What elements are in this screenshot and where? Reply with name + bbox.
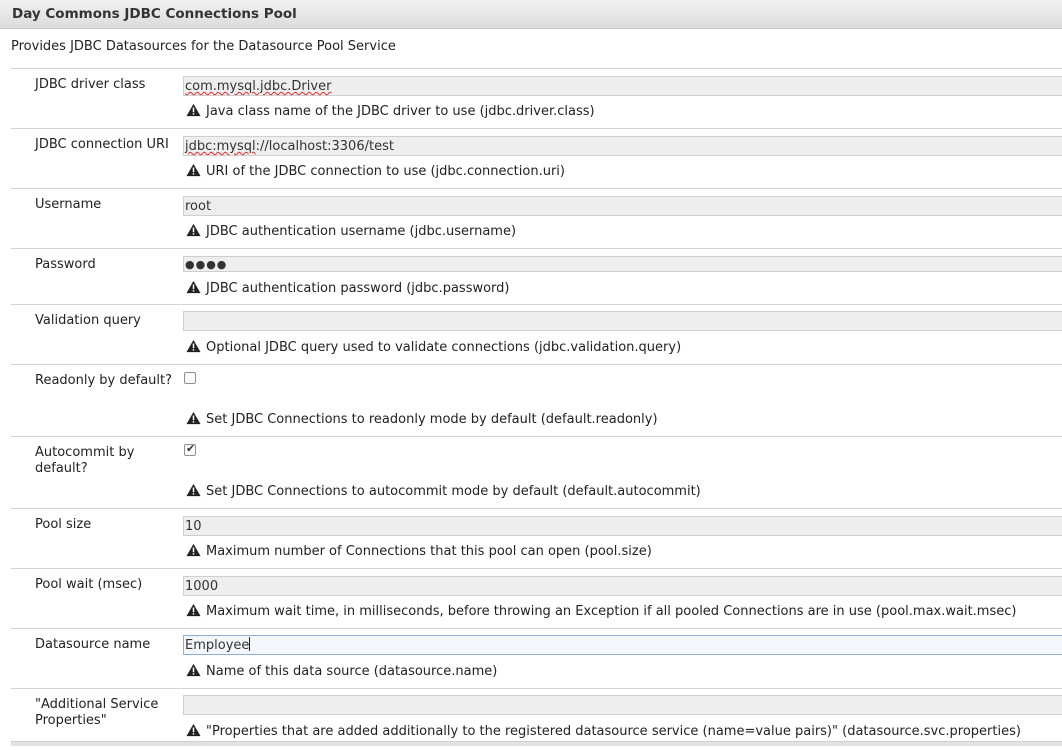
row-datasource-name: Datasource name Employee Name of this da… xyxy=(11,628,1062,688)
warning-icon xyxy=(186,411,201,425)
password-label: Password xyxy=(35,257,96,272)
pool-size-hint: Maximum number of Connections that this … xyxy=(186,543,652,559)
row-connection-uri: JDBC connection URI jdbc:mysql://localho… xyxy=(11,128,1062,188)
username-hint: JDBC authentication username (jdbc.usern… xyxy=(186,223,516,239)
validation-query-hint: Optional JDBC query used to validate con… xyxy=(186,339,681,355)
pool-size-hint-text: Maximum number of Connections that this … xyxy=(206,544,652,559)
datasource-name-hint: Name of this data source (datasource.nam… xyxy=(186,663,497,679)
driver-class-value: com.mysql.jdbc.Driver xyxy=(185,79,332,94)
panel-description: Provides JDBC Datasources for the Dataso… xyxy=(11,39,396,54)
warning-icon xyxy=(186,723,201,737)
row-pool-size: Pool size 10 Maximum number of Connectio… xyxy=(11,508,1062,568)
autocommit-label: Autocommit by default? xyxy=(35,445,135,476)
username-label: Username xyxy=(35,197,102,212)
additional-properties-hint: "Properties that are added additionally … xyxy=(186,723,1021,739)
row-driver-class: JDBC driver class com.mysql.jdbc.Driver … xyxy=(11,68,1062,128)
username-hint-text: JDBC authentication username (jdbc.usern… xyxy=(206,224,517,239)
config-form: JDBC driver class com.mysql.jdbc.Driver … xyxy=(11,68,1062,750)
connection-uri-input[interactable]: jdbc:mysql://localhost:3306/test xyxy=(183,136,1062,156)
pool-size-label: Pool size xyxy=(35,517,92,532)
validation-query-input[interactable] xyxy=(183,311,1062,331)
warning-icon xyxy=(186,163,201,177)
warning-icon xyxy=(186,339,201,353)
autocommit-checkbox[interactable]: ✔ xyxy=(184,442,196,456)
additional-properties-input[interactable] xyxy=(183,695,1062,715)
connection-uri-hint-text: URI of the JDBC connection to use (jdbc.… xyxy=(206,164,565,179)
readonly-hint-text: Set JDBC Connections to readonly mode by… xyxy=(206,412,658,427)
row-readonly: Readonly by default? Set JDBC Connection… xyxy=(11,364,1062,436)
warning-icon xyxy=(186,603,201,617)
username-input[interactable]: root xyxy=(183,196,1062,216)
pool-size-input[interactable]: 10 xyxy=(183,516,1062,536)
additional-properties-hint-text: "Properties that are added additionally … xyxy=(206,724,1021,739)
row-validation-query: Validation query Optional JDBC query use… xyxy=(11,304,1062,364)
connection-uri-rest: ://localhost:3306/test xyxy=(255,139,394,154)
pool-wait-label: Pool wait (msec) xyxy=(35,577,143,592)
pool-wait-hint: Maximum wait time, in milliseconds, befo… xyxy=(186,603,1016,619)
pool-wait-hint-text: Maximum wait time, in milliseconds, befo… xyxy=(206,604,1017,619)
autocommit-hint-text: Set JDBC Connections to autocommit mode … xyxy=(206,484,701,499)
warning-icon xyxy=(186,280,201,294)
password-hint: JDBC authentication password (jdbc.passw… xyxy=(186,280,510,296)
driver-class-input[interactable]: com.mysql.jdbc.Driver xyxy=(183,76,1062,96)
validation-query-label: Validation query xyxy=(35,313,141,328)
panel-title: Day Commons JDBC Connections Pool xyxy=(0,0,1062,29)
row-username: Username root JDBC authentication userna… xyxy=(11,188,1062,248)
readonly-checkbox[interactable] xyxy=(184,372,196,384)
readonly-hint: Set JDBC Connections to readonly mode by… xyxy=(186,411,658,427)
password-input[interactable]: ●●●● xyxy=(183,256,1062,272)
datasource-name-label: Datasource name xyxy=(35,637,151,652)
warning-icon xyxy=(186,483,201,497)
datasource-name-value: Employee xyxy=(185,638,250,653)
driver-class-hint-text: Java class name of the JDBC driver to us… xyxy=(206,104,595,119)
additional-properties-label: "Additional Service Properties" xyxy=(35,697,159,728)
datasource-name-input[interactable]: Employee xyxy=(183,635,1062,655)
driver-class-label: JDBC driver class xyxy=(35,77,146,92)
checkmark-icon: ✔ xyxy=(186,442,196,455)
row-pool-wait: Pool wait (msec) 1000 Maximum wait time,… xyxy=(11,568,1062,628)
password-hint-text: JDBC authentication password (jdbc.passw… xyxy=(206,281,510,296)
readonly-label: Readonly by default? xyxy=(35,373,173,388)
autocommit-hint: Set JDBC Connections to autocommit mode … xyxy=(186,483,701,499)
warning-icon xyxy=(186,103,201,117)
text-cursor xyxy=(249,637,251,651)
validation-query-hint-text: Optional JDBC query used to validate con… xyxy=(206,340,682,355)
warning-icon xyxy=(186,223,201,237)
row-password: Password ●●●● JDBC authentication passwo… xyxy=(11,248,1062,304)
connection-uri-hint: URI of the JDBC connection to use (jdbc.… xyxy=(186,163,565,179)
warning-icon xyxy=(186,663,201,677)
connection-uri-scheme: jdbc:mysql xyxy=(185,139,256,154)
datasource-name-hint-text: Name of this data source (datasource.nam… xyxy=(206,664,498,679)
driver-class-hint: Java class name of the JDBC driver to us… xyxy=(186,103,595,119)
panel-bottom-edge xyxy=(11,741,1062,746)
row-autocommit: Autocommit by default? ✔ Set JDBC Connec… xyxy=(11,436,1062,508)
pool-wait-input[interactable]: 1000 xyxy=(183,576,1062,596)
warning-icon xyxy=(186,543,201,557)
connection-uri-label: JDBC connection URI xyxy=(35,137,169,152)
